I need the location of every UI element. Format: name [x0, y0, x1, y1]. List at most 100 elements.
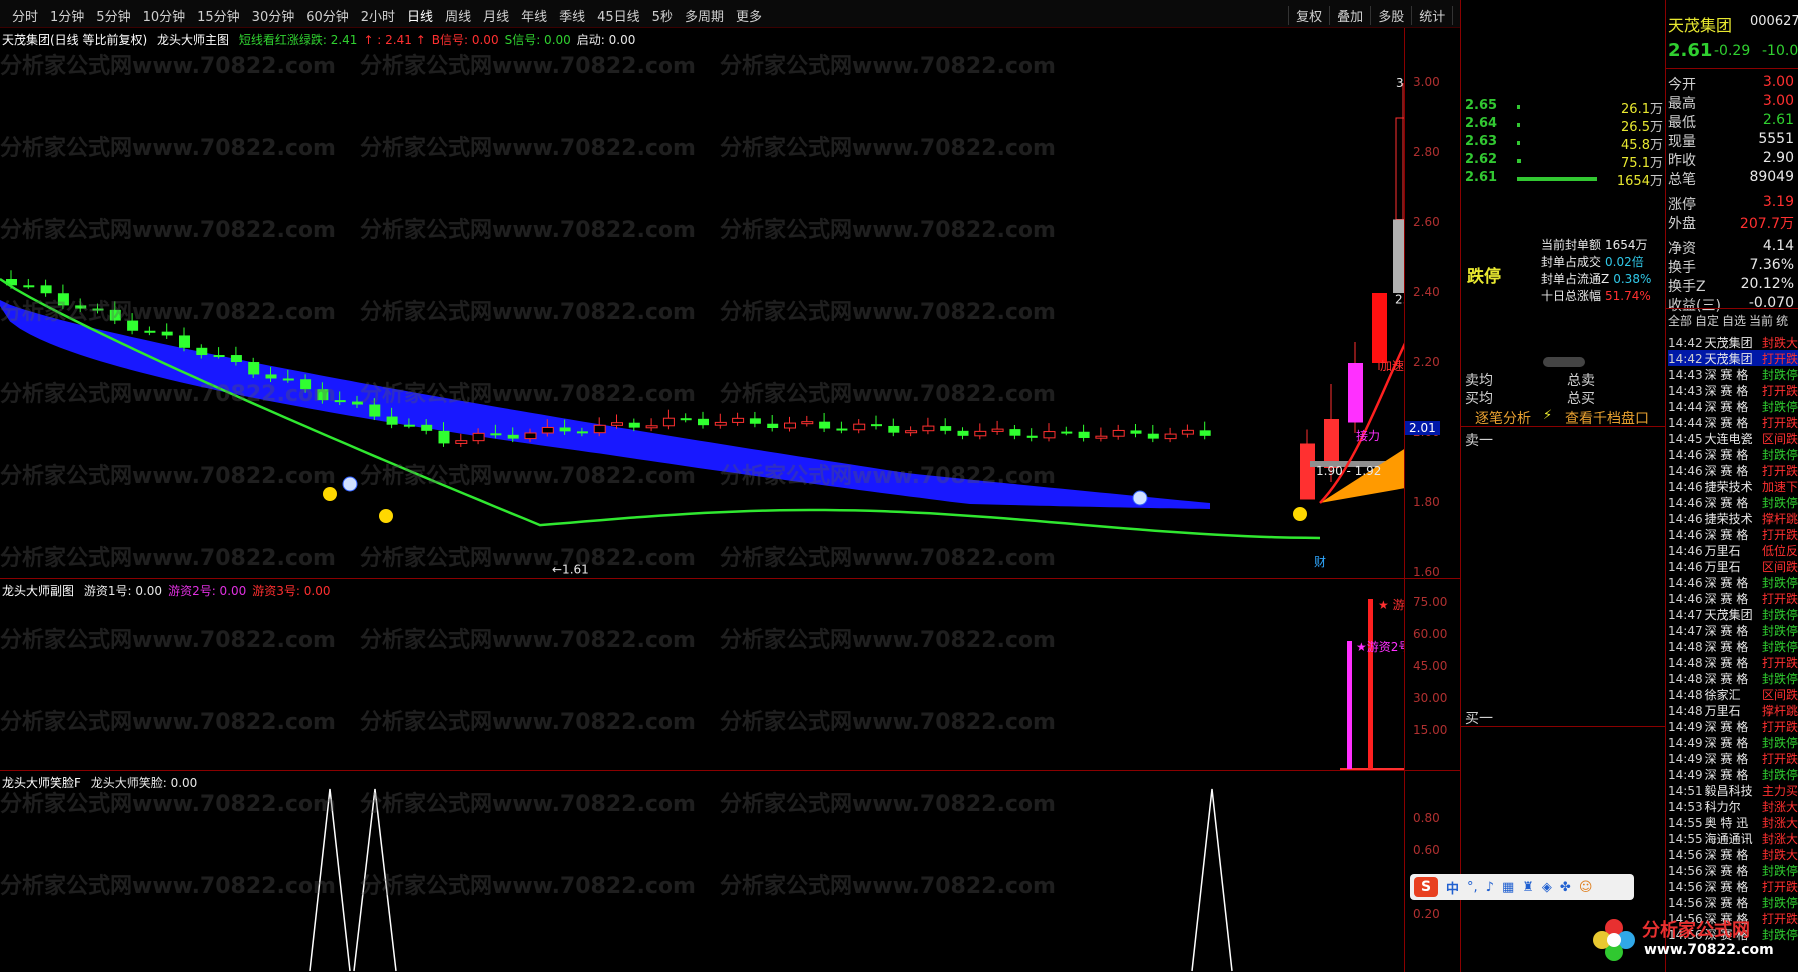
- period-tab[interactable]: 1分钟: [44, 6, 90, 25]
- period-tab[interactable]: 周线: [439, 6, 477, 25]
- tick-row[interactable]: 14:56 深 赛 格封跌停: [1668, 894, 1798, 910]
- tick-row[interactable]: 14:49 深 赛 格封跌停: [1668, 766, 1798, 782]
- sub-canvas[interactable]: ★ 游资3号 ★游资2号: [0, 579, 1404, 771]
- tick-row[interactable]: 14:51 毅昌科技 主力买: [1668, 782, 1798, 798]
- tick-analysis-button[interactable]: 逐笔分析: [1475, 408, 1531, 428]
- finance-marker[interactable]: 财: [1314, 555, 1326, 569]
- tool-button[interactable]: 复权: [1288, 6, 1329, 25]
- face-canvas[interactable]: [0, 771, 1404, 972]
- tick-row[interactable]: 14:56 深 赛 格封跌大: [1668, 846, 1798, 862]
- period-tab[interactable]: 2小时: [355, 6, 401, 25]
- bid-row[interactable]: 2.65 26.1万: [1465, 98, 1663, 117]
- tick-row[interactable]: 14:46 捷荣技术 撑杆跳: [1668, 510, 1798, 526]
- input-method-bar[interactable]: S 中 °, ♪ ▦ ♜ ◈ ✤ ☺: [1410, 874, 1634, 900]
- tick-row[interactable]: 14:46 深 赛 格打开跌: [1668, 526, 1798, 542]
- tick-filter-tab[interactable]: 全部: [1668, 314, 1692, 328]
- bid-row[interactable]: 2.63 45.8万: [1465, 134, 1663, 153]
- tick-row[interactable]: 14:43 深 赛 格封跌停: [1668, 366, 1798, 382]
- tick-row[interactable]: 14:56 深 赛 格封跌停: [1668, 862, 1798, 878]
- tools-icon[interactable]: ✤: [1560, 880, 1571, 895]
- candle-body: [1164, 433, 1177, 440]
- tick-row[interactable]: 14:43 深 赛 格打开跌: [1668, 382, 1798, 398]
- tick-row[interactable]: 14:48 深 赛 格封跌停: [1668, 638, 1798, 654]
- tool-button[interactable]: 统计: [1411, 6, 1452, 25]
- period-tab[interactable]: 日线: [401, 6, 439, 25]
- tick-filter-tab[interactable]: 当前: [1749, 314, 1773, 328]
- param-value: B信号: 0.00: [431, 33, 499, 47]
- tool-button[interactable]: 多股: [1370, 6, 1411, 25]
- bid-row[interactable]: 2.64 26.5万: [1465, 116, 1663, 135]
- tick-row[interactable]: 14:55 奥 特 迅封涨大: [1668, 814, 1798, 830]
- tick-row[interactable]: 14:46 深 赛 格打开跌: [1668, 462, 1798, 478]
- view-depth-button[interactable]: 查看千档盘口: [1565, 408, 1649, 428]
- bid-row[interactable]: 2.61 1654万: [1465, 170, 1663, 189]
- period-tab[interactable]: 5分钟: [90, 6, 136, 25]
- period-tab[interactable]: 60分钟: [300, 6, 355, 25]
- chinese-mode-icon[interactable]: 中: [1446, 878, 1459, 897]
- tool-button[interactable]: 叠加: [1329, 6, 1370, 25]
- tick-row[interactable]: 14:47 天茂集团 封跌停: [1668, 606, 1798, 622]
- seal-info-row: 封单占流通Z 0.38%: [1541, 270, 1651, 287]
- quote-row: 最高 3.00: [1668, 93, 1796, 112]
- tick-row[interactable]: 14:46 深 赛 格封跌停: [1668, 446, 1798, 462]
- period-tab[interactable]: 30分钟: [246, 6, 301, 25]
- tick-row[interactable]: 14:46 深 赛 格封跌停: [1668, 494, 1798, 510]
- tick-row[interactable]: 14:48 深 赛 格打开跌: [1668, 654, 1798, 670]
- period-tab[interactable]: 分时: [6, 6, 44, 25]
- smile-indicator-chart[interactable]: 龙头大师笑脸F 龙头大师笑脸: 0.00: [0, 770, 1404, 972]
- tick-row[interactable]: 14:42 天茂集团 封跌大: [1668, 334, 1798, 350]
- candle-body: [92, 308, 104, 311]
- tick-row[interactable]: 14:48 深 赛 格封跌停: [1668, 670, 1798, 686]
- tick-filter-tab[interactable]: 统: [1776, 314, 1788, 328]
- punct-icon[interactable]: °,: [1467, 880, 1478, 895]
- keyboard-icon[interactable]: ▦: [1502, 880, 1514, 895]
- tick-row[interactable]: 14:46 万里石 区间跌: [1668, 558, 1798, 574]
- emoji-icon[interactable]: ☺: [1579, 880, 1593, 895]
- tick-row[interactable]: 14:49 深 赛 格打开跌: [1668, 718, 1798, 734]
- tick-row[interactable]: 14:42 天茂集团 打开跌: [1668, 350, 1798, 366]
- tick-row[interactable]: 14:48 万里石 撑杆跳: [1668, 702, 1798, 718]
- tick-row[interactable]: 14:46 捷荣技术 加速下: [1668, 478, 1798, 494]
- period-tab[interactable]: 15分钟: [191, 6, 246, 25]
- indicator-name[interactable]: 龙头大师主图: [157, 33, 229, 47]
- bid-row[interactable]: 2.62 75.1万: [1465, 152, 1663, 171]
- tick-row[interactable]: 14:46 深 赛 格打开跌: [1668, 590, 1798, 606]
- period-tab[interactable]: 季线: [553, 6, 591, 25]
- collapse-handle[interactable]: [1543, 357, 1585, 367]
- tick-stock: 捷荣技术: [1704, 512, 1753, 526]
- tick-stock: 深 赛 格: [1704, 768, 1749, 782]
- period-tab[interactable]: 多周期: [679, 6, 730, 25]
- game-icon[interactable]: ◈: [1542, 880, 1552, 895]
- tick-row[interactable]: 14:44 深 赛 格封跌停: [1668, 398, 1798, 414]
- sogou-icon[interactable]: S: [1414, 877, 1438, 897]
- period-tab[interactable]: 5秒: [646, 6, 679, 25]
- tick-row[interactable]: 14:45 大连电瓷 区间跌: [1668, 430, 1798, 446]
- tick-row[interactable]: 14:55 海通通讯 封涨大: [1668, 830, 1798, 846]
- low-label: ←1.61: [552, 563, 589, 577]
- kline-canvas[interactable]: 3.00←1.612.40 - 2.611.90 - 1.92加速接力财涨: [0, 28, 1404, 578]
- mic-icon[interactable]: ♪: [1486, 880, 1494, 895]
- period-tab[interactable]: 月线: [477, 6, 515, 25]
- period-tab[interactable]: 年线: [515, 6, 553, 25]
- face-indicator-name[interactable]: 龙头大师笑脸F: [2, 776, 81, 790]
- skin-icon[interactable]: ♜: [1522, 880, 1534, 895]
- tick-row[interactable]: 14:46 深 赛 格封跌停: [1668, 574, 1798, 590]
- tick-row[interactable]: 14:49 深 赛 格打开跌: [1668, 750, 1798, 766]
- sub-indicator-chart[interactable]: 龙头大师副图 游资1号: 0.00 游资2号: 0.00 游资3号: 0.00 ★ …: [0, 578, 1404, 770]
- tick-row[interactable]: 14:56 深 赛 格打开跌: [1668, 878, 1798, 894]
- period-tab[interactable]: 45日线: [591, 6, 646, 25]
- tick-row[interactable]: 14:44 深 赛 格打开跌: [1668, 414, 1798, 430]
- period-tab[interactable]: 更多: [730, 6, 768, 25]
- tick-filter-tab[interactable]: 自定: [1695, 314, 1719, 328]
- tick-row[interactable]: 14:49 深 赛 格封跌停: [1668, 734, 1798, 750]
- tick-row[interactable]: 14:48 徐家汇 区间跌: [1668, 686, 1798, 702]
- tick-row[interactable]: 14:47 深 赛 格封跌停: [1668, 622, 1798, 638]
- tick-filter-tab[interactable]: 自选: [1722, 314, 1746, 328]
- sub-indicator-params: 游资1号: 0.00 游资2号: 0.00 游资3号: 0.00: [84, 584, 337, 598]
- main-kline-chart[interactable]: 天茂集团(日线 等比前复权) 龙头大师主图 短线看红涨绿跌: 2.41 ↑ : 2…: [0, 28, 1404, 578]
- tick-row[interactable]: 14:46 万里石 低位反: [1668, 542, 1798, 558]
- period-tab[interactable]: 10分钟: [137, 6, 192, 25]
- sub-indicator-name[interactable]: 龙头大师副图: [2, 584, 74, 598]
- tick-signal: 封跌停: [1761, 896, 1798, 910]
- tick-row[interactable]: 14:53 科力尔 封涨大: [1668, 798, 1798, 814]
